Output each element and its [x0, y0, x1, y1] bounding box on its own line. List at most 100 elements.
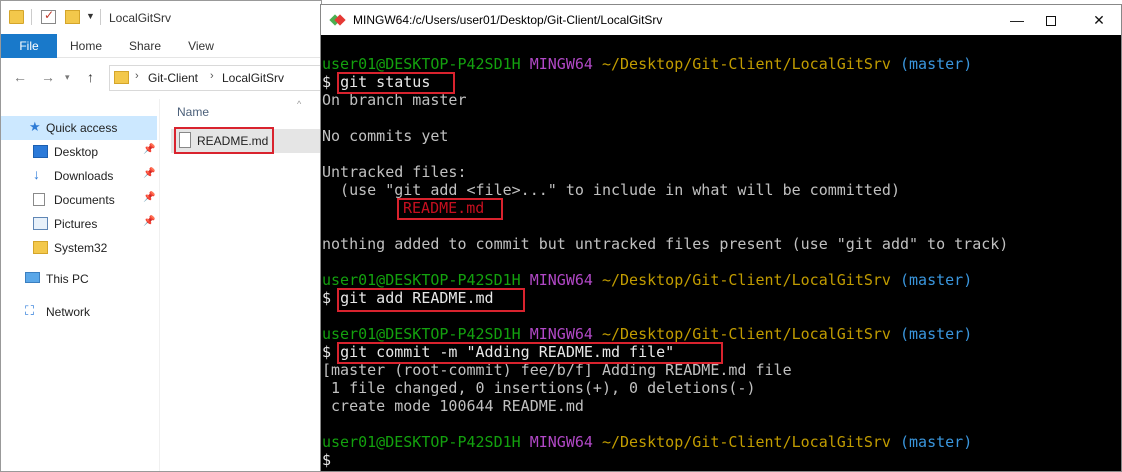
star-icon: ★ — [29, 119, 41, 134]
pin-icon[interactable]: 📌 — [143, 168, 155, 179]
tab-share[interactable]: Share — [121, 34, 169, 58]
prompt-shell: MINGW64 — [529, 325, 593, 343]
prompt-symbol: $ — [322, 451, 332, 469]
address-bar: ← → ▾ ↑ › Git-Client › LocalGitSrv — [1, 63, 321, 93]
sidebar-item-label: Documents — [54, 193, 115, 207]
git-bash-icon — [329, 13, 346, 27]
file-list: ^ Name README.md — [161, 99, 321, 471]
document-icon — [33, 193, 45, 206]
prompt-user-host: user01@DESKTOP-P42SD1H — [322, 55, 521, 73]
prompt-branch: (master) — [899, 433, 973, 451]
maximize-icon — [1046, 16, 1056, 27]
prompt-symbol: $ — [322, 289, 332, 307]
minimize-button[interactable]: — — [1003, 9, 1031, 31]
prompt-line: user01@DESKTOP-P42SD1H MINGW64 ~/Desktop… — [322, 433, 972, 451]
prompt-user-host: user01@DESKTOP-P42SD1H — [322, 433, 521, 451]
highlight-box — [337, 342, 723, 364]
sidebar-item-pictures[interactable]: Pictures 📌 — [1, 212, 159, 236]
sidebar-item-network[interactable]: ⛶ Network — [1, 300, 159, 324]
prompt-shell: MINGW64 — [529, 55, 593, 73]
sidebar-item-label: Desktop — [54, 145, 99, 159]
command-line[interactable]: $ — [322, 451, 331, 469]
prompt-symbol: $ — [322, 343, 332, 361]
properties-icon[interactable] — [41, 8, 56, 24]
forward-arrow-icon[interactable]: → — [41, 69, 55, 85]
prompt-path: ~/Desktop/Git-Client/LocalGitSrv — [601, 271, 891, 289]
pin-icon[interactable]: 📌 — [143, 144, 155, 155]
prompt-symbol: $ — [322, 73, 332, 91]
column-header-name[interactable]: Name — [177, 105, 209, 119]
quick-access-dropdown-icon[interactable]: ▼ — [86, 11, 95, 21]
back-arrow-icon[interactable]: ← — [13, 69, 27, 85]
new-folder-icon[interactable] — [65, 10, 80, 24]
maximize-button[interactable] — [1037, 9, 1065, 31]
terminal-window-title: MINGW64:/c/Users/user01/Desktop/Git-Clie… — [353, 13, 663, 27]
chevron-right-icon[interactable]: › — [135, 70, 139, 82]
divider — [100, 9, 101, 25]
pin-icon[interactable]: 📌 — [143, 216, 155, 227]
sidebar-item-label: Pictures — [54, 217, 98, 231]
pictures-icon — [33, 217, 48, 230]
prompt-line: user01@DESKTOP-P42SD1H MINGW64 ~/Desktop… — [322, 55, 972, 73]
network-icon: ⛶ — [25, 303, 35, 318]
sidebar-item-label: Quick access — [46, 121, 118, 135]
prompt-user-host: user01@DESKTOP-P42SD1H — [322, 271, 521, 289]
breadcrumb-git-client[interactable]: Git-Client — [148, 71, 198, 85]
download-icon: ↓ — [33, 166, 40, 182]
sidebar-item-label: Downloads — [54, 169, 114, 183]
recent-locations-chevron-icon[interactable]: ▾ — [65, 72, 70, 83]
up-arrow-icon[interactable]: ↑ — [87, 69, 94, 85]
tab-file[interactable]: File — [1, 34, 57, 58]
terminal-output[interactable]: user01@DESKTOP-P42SD1H MINGW64 ~/Desktop… — [321, 35, 1121, 471]
highlight-box — [397, 198, 503, 220]
prompt-path: ~/Desktop/Git-Client/LocalGitSrv — [601, 325, 891, 343]
output-line: Untracked files: — [322, 163, 467, 181]
chevron-right-icon[interactable]: › — [210, 70, 214, 82]
output-line: nothing added to commit but untracked fi… — [322, 235, 1009, 253]
sidebar-item-downloads[interactable]: ↓ Downloads 📌 — [1, 164, 159, 188]
output-line: 1 file changed, 0 insertions(+), 0 delet… — [322, 379, 756, 397]
prompt-branch: (master) — [899, 325, 973, 343]
prompt-branch: (master) — [899, 55, 973, 73]
ribbon-tabs: File Home Share View — [1, 34, 321, 58]
prompt-branch: (master) — [899, 271, 973, 289]
prompt-line: user01@DESKTOP-P42SD1H MINGW64 ~/Desktop… — [322, 325, 972, 343]
tab-view[interactable]: View — [179, 34, 223, 58]
sidebar-item-label: This PC — [46, 272, 89, 286]
sidebar-item-quick-access[interactable]: ★ Quick access — [1, 116, 157, 140]
sidebar-item-label: System32 — [54, 241, 108, 255]
prompt-shell: MINGW64 — [529, 433, 593, 451]
sidebar-item-system32[interactable]: System32 — [1, 236, 159, 260]
terminal-title-bar: MINGW64:/c/Users/user01/Desktop/Git-Clie… — [321, 5, 1121, 35]
sidebar-item-documents[interactable]: Documents 📌 — [1, 188, 159, 212]
folder-icon[interactable] — [9, 10, 24, 24]
prompt-line: user01@DESKTOP-P42SD1H MINGW64 ~/Desktop… — [322, 271, 972, 289]
highlight-box — [174, 127, 274, 154]
sort-chevron-icon[interactable]: ^ — [297, 99, 301, 109]
file-explorer-window: ▼ LocalGitSrv File Home Share View ← → ▾… — [0, 0, 322, 472]
explorer-window-title: LocalGitSrv — [109, 11, 172, 25]
highlight-box — [337, 72, 455, 94]
close-button[interactable]: ✕ — [1085, 9, 1113, 31]
prompt-path: ~/Desktop/Git-Client/LocalGitSrv — [601, 433, 891, 451]
sidebar-item-label: Network — [46, 305, 91, 319]
prompt-user-host: user01@DESKTOP-P42SD1H — [322, 325, 521, 343]
folder-icon — [114, 71, 129, 84]
output-line: create mode 100644 README.md — [322, 397, 584, 415]
highlight-box — [337, 288, 525, 312]
folder-icon — [33, 241, 48, 254]
navigation-pane: ★ Quick access Desktop 📌 ↓ Downloads 📌 D… — [1, 101, 161, 471]
desktop-icon — [33, 145, 48, 158]
prompt-path: ~/Desktop/Git-Client/LocalGitSrv — [601, 55, 891, 73]
breadcrumb-localgitsrv[interactable]: LocalGitSrv — [222, 71, 284, 85]
address-input[interactable]: › Git-Client › LocalGitSrv — [109, 65, 321, 91]
pin-icon[interactable]: 📌 — [143, 192, 155, 203]
divider — [159, 99, 160, 471]
tab-home[interactable]: Home — [63, 34, 109, 58]
sidebar-item-this-pc[interactable]: This PC — [1, 267, 159, 291]
terminal-window: MINGW64:/c/Users/user01/Desktop/Git-Clie… — [320, 4, 1122, 472]
output-line: No commits yet — [322, 127, 449, 145]
prompt-shell: MINGW64 — [529, 271, 593, 289]
computer-icon — [25, 272, 40, 283]
sidebar-item-desktop[interactable]: Desktop 📌 — [1, 140, 159, 164]
